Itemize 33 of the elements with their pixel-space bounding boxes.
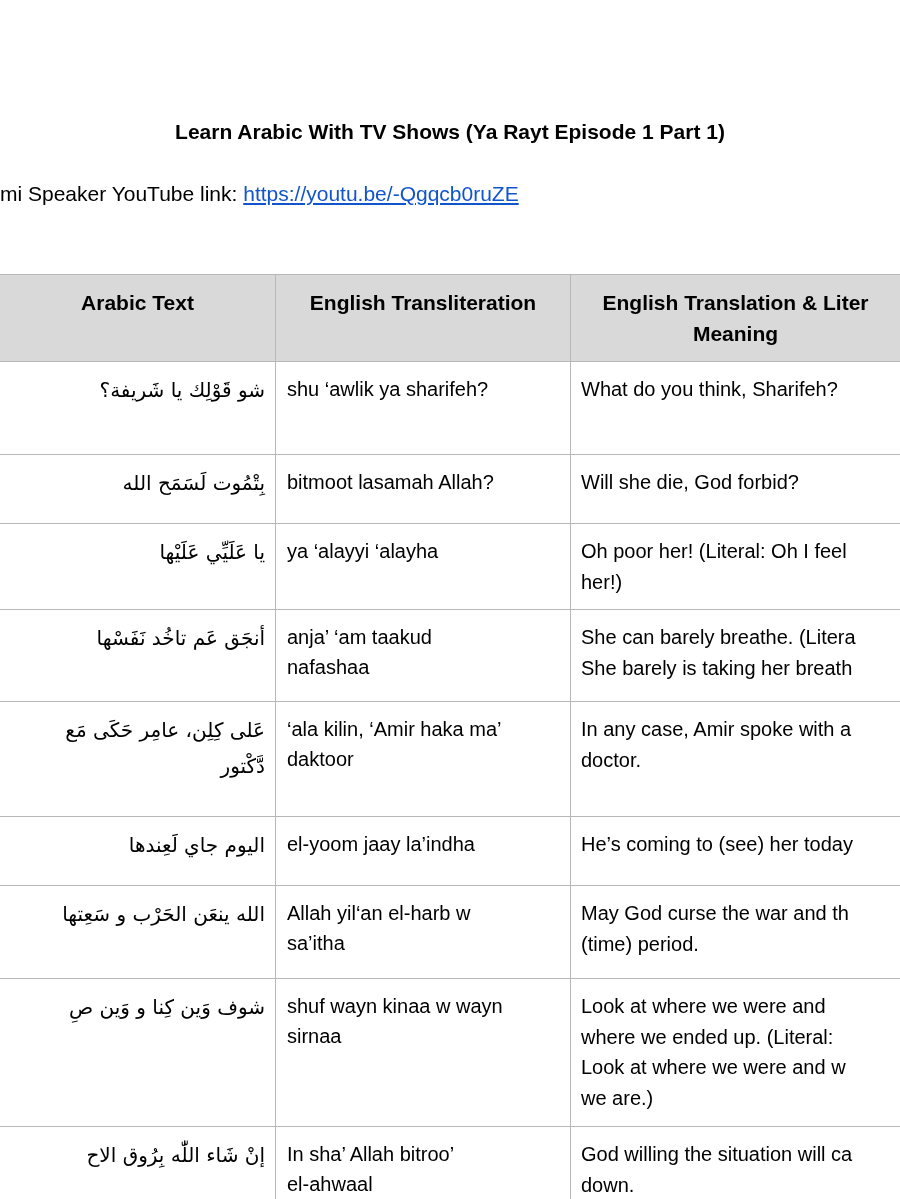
transliteration-text: ‘ala kilin, ‘Amir haka ma’ daktoor [287, 717, 502, 772]
arabic-text: الله ينعَن الحَرْب و سَعِتها [62, 901, 265, 928]
document-title: Learn Arabic With TV Shows (Ya Rayt Episode 1 Part 1) [175, 119, 725, 145]
transliteration-text: shu ‘awlik ya sharifeh? [287, 377, 489, 402]
translation-text: She can barely breathe. (Litera She barely is taking her breath [581, 625, 856, 681]
translation-text: Look at where we were and where we ended up. (Literal: Look at where we were and w we are.) [581, 994, 846, 1111]
transliteration-text: In sha’ Allah bitroo’ el-ahwaal [287, 1142, 455, 1197]
translation-text: In any case, Amir spoke with a doctor. [581, 717, 852, 773]
arabic-text: اليوم جاي لَعِندها [128, 832, 265, 860]
translation-text: May God curse the war and th (time) period. [581, 901, 849, 957]
translation-text: Oh poor her! (Literal: Oh I feel her!) [581, 539, 847, 595]
link-label: mi Speaker YouTube link: [0, 181, 239, 207]
arabic-text: إنْ شَاء اللّٰه بِرُوق الاح [86, 1137, 265, 1173]
column-header: Arabic Text [0, 275, 275, 362]
arabic-text: شو قَوْلِك يا شَريفة؟ [99, 377, 265, 404]
translation-text: Will she die, God forbid? [581, 470, 799, 495]
arabic-text: أنجَق عَم تاخُد نَفَسْها [96, 624, 265, 652]
transliteration-text: ya ‘alayyi ‘alayha [287, 539, 439, 564]
arabic-text: عَلى كِلِن، عامِر حَكَى مَع دَّكْتور [65, 717, 265, 780]
column-header: English Translation & Liter Meaning [570, 275, 900, 362]
transliteration-text: anja’ ‘am taakud nafashaa [287, 625, 432, 680]
arabic-text: يا عَلَيِّي عَلَيْها [159, 539, 265, 567]
translation-text: What do you think, Sharifeh? [581, 377, 838, 402]
transliteration-text: Allah yil‘an el-harb w sa’itha [287, 901, 471, 956]
youtube-link[interactable]: https://youtu.be/-Qgqcb0ruZE [243, 178, 519, 210]
transliteration-text: bitmoot lasamah Allah? [287, 470, 494, 495]
translation-text: God willing the situation will ca down. [581, 1142, 853, 1198]
translation-text: He’s coming to (see) her today [581, 832, 853, 857]
transliteration-text: el-yoom jaay la’indha [287, 832, 475, 857]
arabic-text: بِتْمُوت لَسَمَح الله [122, 470, 265, 498]
column-header: English Transliteration [275, 275, 570, 362]
transliteration-text: shuf wayn kinaa w wayn sirnaa [287, 994, 503, 1049]
arabic-text: شوف وَين كِنا و وَين صِ [69, 989, 265, 1025]
